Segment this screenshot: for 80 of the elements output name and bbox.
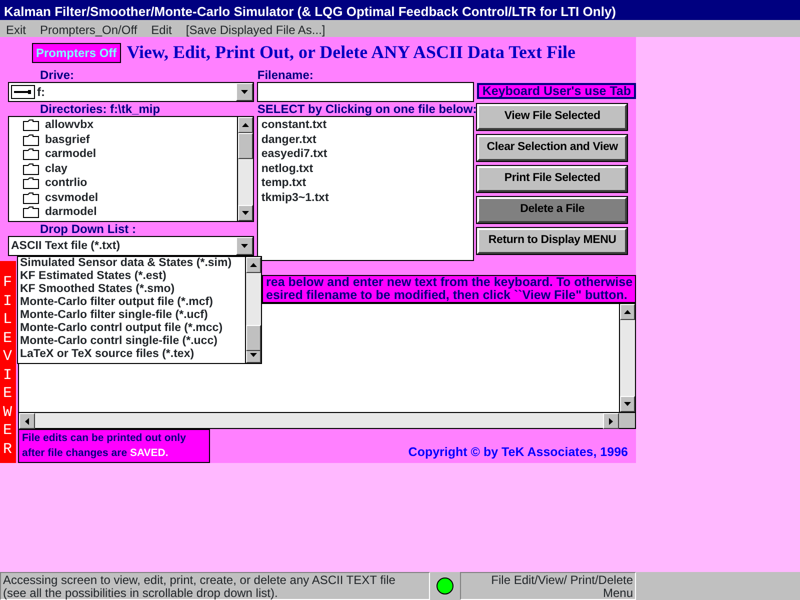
up-arrow-icon <box>242 123 250 127</box>
up-arrow-icon <box>250 263 257 267</box>
keyboard-hint: Keyboard User's use Tab <box>477 83 636 99</box>
field-label: SELECT by Clicking on one file below: <box>257 102 474 116</box>
page-heading: View, Edit, Print Out, or Delete ANY ASCII Data Text File <box>126 41 576 64</box>
field-label: Filename: <box>257 68 314 82</box>
menu-item[interactable]: Edit <box>151 21 172 36</box>
dropdown-button[interactable] <box>236 83 254 101</box>
scrollbar-thumb[interactable] <box>246 324 261 351</box>
scroll-down-button[interactable] <box>620 396 635 412</box>
scroll-right-button[interactable] <box>603 413 619 429</box>
file-item[interactable]: netlog.txt <box>261 162 470 176</box>
viewer-label: FILE VIEWER <box>3 274 13 459</box>
folder-icon <box>23 177 39 190</box>
action-button[interactable]: Print File Selected <box>477 166 628 192</box>
file-item[interactable]: constant.txt <box>261 118 470 132</box>
scroll-up-button[interactable] <box>238 117 254 133</box>
directory-item[interactable]: csvmodel <box>45 190 98 205</box>
drive-value: f: <box>37 84 45 101</box>
action-button[interactable]: Clear Selection and View <box>477 135 628 161</box>
down-arrow-icon <box>242 211 250 215</box>
window-title: Kalman Filter/Smoother/Monte-Carlo Simulator (& LQG Optimal Feedback Control/LTR for LTI Only) <box>0 0 800 20</box>
field-label: Drive: <box>39 68 76 82</box>
status-message: Accessing screen to view, edit, print, create, or delete any ASCII TEXT file (see all the possibilities in scrollable drop down list). <box>0 572 430 600</box>
folder-icon <box>23 192 39 204</box>
scrollbar-corner <box>619 413 635 428</box>
dropdown-option[interactable]: Monte-Carlo contrl single-file (*.ucc) <box>20 335 243 348</box>
scroll-left-button[interactable] <box>19 413 35 429</box>
file-item[interactable]: temp.txt <box>261 176 470 190</box>
file-item[interactable]: danger.txt <box>261 132 470 147</box>
directory-item[interactable]: basgrief <box>45 132 90 147</box>
dropdown-option[interactable]: KF Smoothed States (*.smo) <box>20 283 243 296</box>
scroll-up-button[interactable] <box>246 257 261 273</box>
filename-field[interactable] <box>257 82 474 102</box>
folder-icon <box>23 148 39 160</box>
dropdown-button[interactable] <box>236 237 254 255</box>
field-label: Drop Down List : <box>39 222 137 236</box>
instructions-text: rea below and enter new text from the keyboard. To otherwise esired filename to be modified, then click ``View File" button. <box>262 275 636 303</box>
file-item[interactable]: easyedi7.txt <box>261 147 470 162</box>
down-arrow-icon <box>250 353 257 357</box>
drive-icon <box>11 85 35 99</box>
scrollbar-thumb[interactable] <box>238 133 254 159</box>
scroll-down-button[interactable] <box>238 205 254 221</box>
dropdown-option[interactable]: Monte-Carlo contrl output file (*.mcc) <box>20 322 243 335</box>
folder-icon <box>23 206 39 218</box>
file-type-value: ASCII Text file (*.txt) <box>10 238 120 254</box>
directory-item[interactable]: clay <box>45 162 68 176</box>
screen-name: File Edit/View/ Print/Delete Menu <box>460 572 636 600</box>
menu-item[interactable]: Exit <box>6 21 26 36</box>
directory-item[interactable]: contrlio <box>45 176 88 190</box>
caret-icon <box>241 90 248 94</box>
dropdown-option[interactable]: Simulated Sensor data & States (*.sim) <box>20 257 243 270</box>
action-button[interactable]: Delete a File <box>477 197 628 223</box>
action-button[interactable]: Return to Display MENU <box>477 228 628 254</box>
dropdown-option[interactable]: KF Estimated States (*.est) <box>20 270 243 283</box>
copyright-text: Copyright © by TeK Associates, 1996 <box>408 444 628 461</box>
status-indicator-icon <box>436 577 454 595</box>
folder-icon <box>23 134 39 146</box>
folder-icon <box>23 119 39 132</box>
field-label: Directories: f:\tk_mip <box>39 102 162 116</box>
directory-item[interactable]: carmodel <box>45 147 96 162</box>
directory-item[interactable]: darmodel <box>45 205 97 220</box>
folder-icon <box>23 162 39 175</box>
file-type-select[interactable]: ASCII Text file (*.txt) <box>8 236 254 256</box>
dropdown-option[interactable]: Monte-Carlo filter output file (*.mcf) <box>20 296 243 309</box>
left-arrow-icon <box>25 418 29 424</box>
down-arrow-icon <box>624 402 631 406</box>
up-arrow-icon <box>624 310 631 314</box>
scroll-up-button[interactable] <box>620 304 635 320</box>
menu-item[interactable]: [Save Displayed File As...] <box>186 21 326 36</box>
right-arrow-icon <box>609 418 613 424</box>
drive-select[interactable]: f: <box>8 82 254 102</box>
file-item[interactable]: tkmip3~1.txt <box>261 190 470 205</box>
dropdown-option[interactable]: Monte-Carlo filter single-file (*.ucf) <box>20 309 243 322</box>
dropdown-option[interactable]: LaTeX or TeX source files (*.tex) <box>20 348 243 361</box>
note-text: File edits can be printed out only after file changes are SAVED. <box>18 429 210 463</box>
action-button[interactable]: View File Selected <box>477 104 628 130</box>
directory-item[interactable]: allowvbx <box>45 118 94 132</box>
menu-item[interactable]: Prompters_On/Off <box>40 21 138 36</box>
caret-icon <box>241 244 248 248</box>
